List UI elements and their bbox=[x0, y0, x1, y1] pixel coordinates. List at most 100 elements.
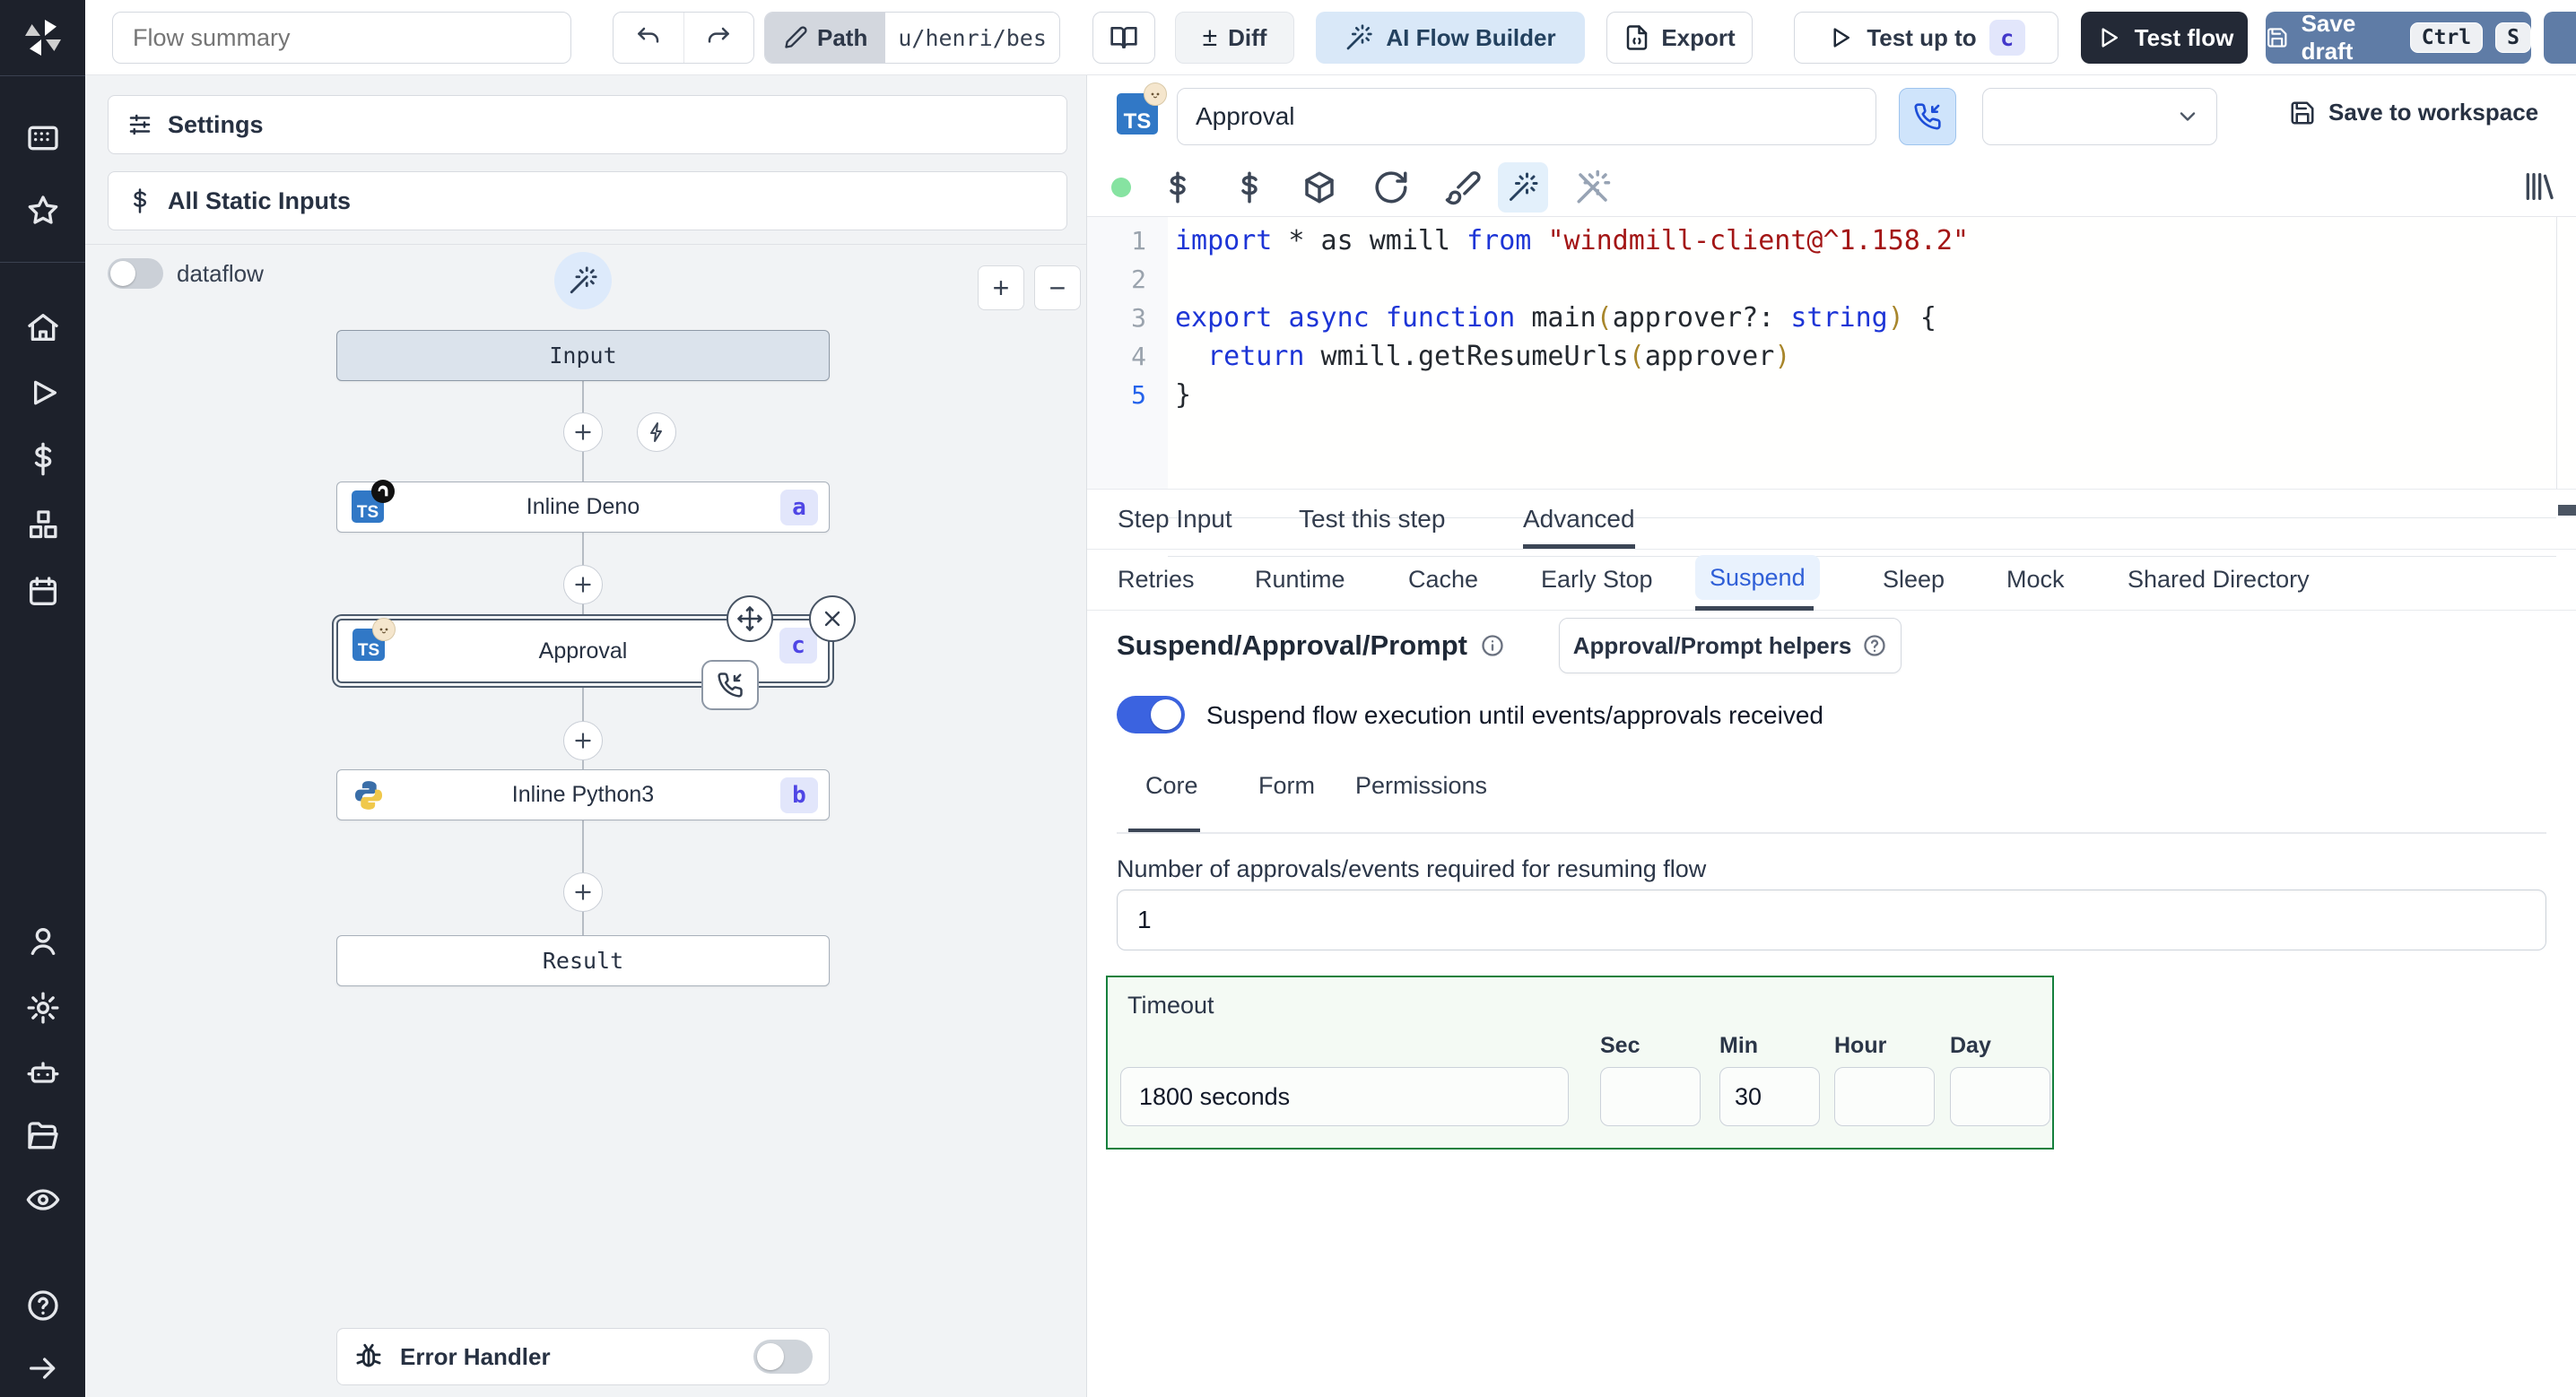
flow-settings-row[interactable]: Settings bbox=[108, 95, 1067, 154]
node-input[interactable]: Input bbox=[336, 330, 830, 381]
wand-off-icon[interactable] bbox=[1574, 169, 1612, 206]
users-person-icon[interactable] bbox=[25, 924, 61, 959]
node-result[interactable]: Result bbox=[336, 935, 830, 986]
timeout-label: Timeout bbox=[1127, 992, 1214, 1019]
subtab-permissions[interactable]: Permissions bbox=[1355, 759, 1487, 812]
book-icon bbox=[1110, 27, 1137, 48]
insert-step-button[interactable] bbox=[563, 872, 603, 912]
audit-eye-icon[interactable] bbox=[25, 1182, 61, 1218]
path-edit-button[interactable]: Path bbox=[765, 13, 886, 63]
dataflow-toggle[interactable] bbox=[108, 258, 163, 289]
line-number: 4 bbox=[1131, 342, 1146, 371]
subtab-core[interactable]: Core bbox=[1145, 759, 1198, 812]
phone-suspend-toggle-button[interactable] bbox=[1899, 88, 1956, 145]
step-tabs: Step Input Test this step Advanced bbox=[1087, 489, 2576, 550]
zoom-out-button[interactable]: − bbox=[1034, 265, 1081, 310]
test-flow-label: Test flow bbox=[2134, 23, 2234, 51]
expand-arrow-icon[interactable] bbox=[25, 1350, 61, 1386]
timeout-total-input[interactable] bbox=[1120, 1067, 1569, 1126]
node-inline-deno[interactable]: TS Inline Deno a bbox=[336, 480, 830, 533]
info-icon[interactable] bbox=[1480, 633, 1505, 658]
schedules-calendar-icon[interactable] bbox=[25, 574, 61, 610]
variables-dollar-icon[interactable] bbox=[25, 441, 61, 477]
error-handler-row[interactable]: Error Handler bbox=[336, 1328, 830, 1385]
suspend-enable-toggle[interactable] bbox=[1117, 696, 1185, 733]
approvals-count-input[interactable] bbox=[1117, 889, 2546, 950]
resources-cubes-icon[interactable] bbox=[25, 508, 61, 543]
export-label: Export bbox=[1661, 23, 1736, 51]
move-step-handle[interactable] bbox=[727, 595, 773, 642]
library-icon[interactable] bbox=[2520, 169, 2556, 204]
path-value[interactable]: u/henri/bes bbox=[885, 13, 1059, 63]
zoom-in-button[interactable]: + bbox=[978, 265, 1024, 310]
tab-mock[interactable]: Mock bbox=[2006, 550, 2065, 610]
editor-gutter: 1 2 3 4 5 bbox=[1087, 217, 1168, 489]
insert-step-button[interactable] bbox=[563, 412, 603, 452]
approval-prompt-helpers-button[interactable]: Approval/Prompt helpers bbox=[1559, 618, 1902, 673]
windmill-logo-icon[interactable] bbox=[22, 16, 65, 59]
redo-button[interactable] bbox=[684, 13, 754, 63]
worker-tag-select[interactable] bbox=[1982, 88, 2217, 145]
runs-play-icon[interactable] bbox=[25, 375, 61, 411]
ai-flow-builder-button[interactable]: AI Flow Builder bbox=[1316, 12, 1585, 64]
home-icon[interactable] bbox=[25, 309, 61, 345]
insert-step-button[interactable] bbox=[563, 721, 603, 760]
delete-step-button[interactable] bbox=[809, 595, 856, 642]
flow-summary-input[interactable] bbox=[112, 12, 571, 64]
settings-gear-icon[interactable] bbox=[25, 990, 61, 1026]
ai-assist-wand-button[interactable] bbox=[1498, 162, 1548, 213]
code-editor[interactable]: 1 2 3 4 5 import * as wmill from "windmill-c… bbox=[1087, 217, 2576, 557]
code-line: import * as wmill from "windmill-client@… bbox=[1175, 225, 1970, 256]
ai-wand-bubble-button[interactable] bbox=[554, 252, 612, 309]
step-name-input[interactable] bbox=[1177, 88, 1876, 145]
error-handler-toggle[interactable] bbox=[753, 1340, 813, 1374]
package-box-icon[interactable] bbox=[1301, 169, 1338, 206]
approval-phone-badge[interactable] bbox=[701, 660, 759, 710]
step-editor-panel: TS Save to workspace 1 2 3 4 5 import * as w… bbox=[1087, 75, 2576, 1397]
test-up-to-button[interactable]: Test up to c bbox=[1794, 12, 2058, 64]
workers-robot-icon[interactable] bbox=[25, 1054, 61, 1090]
docs-book-button[interactable] bbox=[1092, 12, 1155, 64]
all-static-inputs-row[interactable]: All Static Inputs bbox=[108, 171, 1067, 230]
export-button[interactable]: Export bbox=[1606, 12, 1753, 64]
tab-step-input[interactable]: Step Input bbox=[1118, 490, 1232, 549]
save-draft-button[interactable]: Save draft Ctrl S bbox=[2266, 10, 2531, 65]
min-input[interactable] bbox=[1719, 1067, 1820, 1126]
hour-input[interactable] bbox=[1834, 1067, 1935, 1126]
trigger-bolt-button[interactable] bbox=[637, 412, 676, 452]
overview-ruler bbox=[2556, 217, 2557, 489]
tab-sleep[interactable]: Sleep bbox=[1883, 550, 1945, 610]
tab-retries[interactable]: Retries bbox=[1118, 550, 1195, 610]
deploy-button-partial[interactable] bbox=[2544, 12, 2576, 64]
help-icon[interactable] bbox=[25, 1288, 61, 1323]
save-to-workspace-button[interactable]: Save to workspace bbox=[2289, 99, 2538, 126]
tab-early-stop[interactable]: Early Stop bbox=[1541, 550, 1653, 610]
tab-cache[interactable]: Cache bbox=[1408, 550, 1478, 610]
subtab-form[interactable]: Form bbox=[1258, 759, 1315, 812]
undo-button[interactable] bbox=[614, 13, 683, 63]
test-flow-button[interactable]: Test flow bbox=[2081, 12, 2248, 64]
format-brush-icon[interactable] bbox=[1444, 169, 1482, 206]
suspend-toggle-label: Suspend flow execution until events/appr… bbox=[1206, 701, 1823, 729]
node-inline-python[interactable]: Inline Python3 b bbox=[336, 769, 830, 820]
reload-icon[interactable] bbox=[1372, 169, 1410, 206]
day-input[interactable] bbox=[1950, 1067, 2050, 1126]
magic-wand-icon bbox=[1510, 172, 1538, 201]
tab-test-this-step[interactable]: Test this step bbox=[1299, 490, 1445, 549]
favorites-star-icon[interactable] bbox=[25, 193, 61, 229]
tab-suspend[interactable]: Suspend bbox=[1695, 555, 1820, 600]
tab-runtime[interactable]: Runtime bbox=[1255, 550, 1345, 610]
sec-input[interactable] bbox=[1600, 1067, 1701, 1126]
insert-step-button[interactable] bbox=[563, 565, 603, 604]
suspend-section-title: Suspend/Approval/Prompt bbox=[1117, 629, 1505, 662]
resources-dollar-icon[interactable] bbox=[1231, 169, 1268, 206]
tab-shared-directory[interactable]: Shared Directory bbox=[2128, 550, 2310, 610]
panel-keyboard-icon[interactable] bbox=[25, 120, 61, 156]
tab-advanced[interactable]: Advanced bbox=[1523, 490, 1635, 549]
diff-button[interactable]: ± Diff bbox=[1175, 12, 1294, 64]
folders-icon[interactable] bbox=[25, 1119, 61, 1155]
approvals-count-label: Number of approvals/events required for … bbox=[1117, 855, 1707, 882]
variables-dollar-icon[interactable] bbox=[1159, 169, 1197, 206]
divider bbox=[85, 244, 1086, 245]
node-python-id-badge: b bbox=[780, 777, 818, 813]
